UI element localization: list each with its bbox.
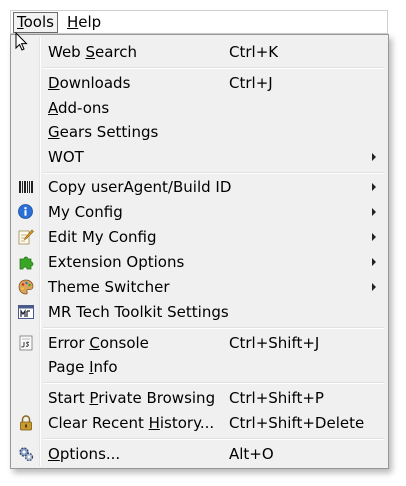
- my-config-label: My Config: [48, 203, 123, 221]
- menu-item-mr-tech-settings[interactable]: MR Tech Toolkit Settings: [13, 300, 386, 324]
- submenu-arrow-icon: [372, 283, 376, 291]
- web-search-label: Web Search: [48, 43, 138, 61]
- menu-help-label: elp: [78, 13, 102, 31]
- downloads-label: Downloads: [48, 74, 131, 92]
- error-console-shortcut: Ctrl+Shift+J: [229, 334, 320, 352]
- menu-tools-mnemonic: T: [17, 13, 24, 31]
- menu-item-web-search[interactable]: Web Search Ctrl+K: [13, 40, 386, 64]
- options-label: Options...: [48, 445, 121, 463]
- menu-tools[interactable]: Tools: [13, 12, 58, 33]
- menu-item-copy-useragent[interactable]: Copy userAgent/Build ID: [13, 175, 386, 199]
- menu-bar: Tools Help: [10, 10, 388, 34]
- console-icon: [17, 334, 34, 351]
- submenu-arrow-icon: [372, 183, 376, 191]
- error-console-label: Error Console: [48, 334, 149, 352]
- menu-help-mnemonic: H: [67, 13, 79, 31]
- lock-icon: [17, 414, 34, 431]
- menu-help[interactable]: Help: [64, 12, 104, 33]
- submenu-arrow-icon: [372, 258, 376, 266]
- menu-item-theme-switcher[interactable]: Theme Switcher: [13, 275, 386, 299]
- barcode-icon: [17, 178, 34, 195]
- palette-icon: [17, 278, 34, 295]
- page-info-label: Page Info: [48, 358, 118, 376]
- addons-label: Add-ons: [48, 99, 110, 117]
- mr-tech-settings-label: MR Tech Toolkit Settings: [48, 303, 229, 321]
- menu-item-edit-my-config[interactable]: Edit My Config: [13, 225, 386, 249]
- puzzle-icon: [17, 253, 34, 270]
- mr-tech-icon: [17, 303, 34, 320]
- clear-history-shortcut: Ctrl+Shift+Delete: [229, 414, 365, 432]
- web-search-shortcut: Ctrl+K: [229, 43, 279, 61]
- gears-settings-label: Gears Settings: [48, 123, 159, 141]
- extension-options-label: Extension Options: [48, 253, 185, 271]
- submenu-arrow-icon: [372, 153, 376, 161]
- wot-label: WOT: [48, 148, 84, 166]
- clear-history-label: Clear Recent History...: [48, 414, 215, 432]
- menu-item-options[interactable]: Options... Alt+O: [13, 442, 386, 466]
- theme-switcher-label: Theme Switcher: [48, 278, 170, 296]
- menu-separator: [43, 327, 384, 329]
- downloads-shortcut: Ctrl+J: [229, 74, 273, 92]
- copy-useragent-label: Copy userAgent/Build ID: [48, 178, 232, 196]
- menu-item-error-console[interactable]: Error Console Ctrl+Shift+J: [13, 331, 386, 355]
- private-browsing-label: Start Private Browsing: [48, 389, 216, 407]
- menu-separator: [43, 438, 384, 440]
- menu-tools-label: ools: [23, 13, 54, 31]
- info-icon: [17, 203, 34, 220]
- menu-item-extension-options[interactable]: Extension Options: [13, 250, 386, 274]
- menu-item-clear-history[interactable]: Clear Recent History... Ctrl+Shift+Delet…: [13, 411, 386, 435]
- menu-separator: [43, 172, 384, 174]
- edit-my-config-label: Edit My Config: [48, 228, 157, 246]
- private-browsing-shortcut: Ctrl+Shift+P: [229, 389, 324, 407]
- gears-icon: [17, 445, 34, 462]
- menu-item-addons[interactable]: Add-ons: [13, 96, 386, 120]
- tools-menu: Web Search Ctrl+K Downloads Ctrl+J Add-o…: [10, 34, 389, 469]
- submenu-arrow-icon: [372, 233, 376, 241]
- menu-separator: [43, 67, 384, 69]
- menu-separator: [43, 382, 384, 384]
- menu-item-private-browsing[interactable]: Start Private Browsing Ctrl+Shift+P: [13, 386, 386, 410]
- menu-item-my-config[interactable]: My Config: [13, 200, 386, 224]
- mouse-cursor-icon: [15, 32, 28, 51]
- menu-item-wot[interactable]: WOT: [13, 145, 386, 169]
- options-shortcut: Alt+O: [229, 445, 274, 463]
- menu-item-gears-settings[interactable]: Gears Settings: [13, 120, 386, 144]
- menu-item-page-info[interactable]: Page Info: [13, 355, 386, 379]
- submenu-arrow-icon: [372, 208, 376, 216]
- menu-item-downloads[interactable]: Downloads Ctrl+J: [13, 71, 386, 95]
- edit-icon: [17, 228, 34, 245]
